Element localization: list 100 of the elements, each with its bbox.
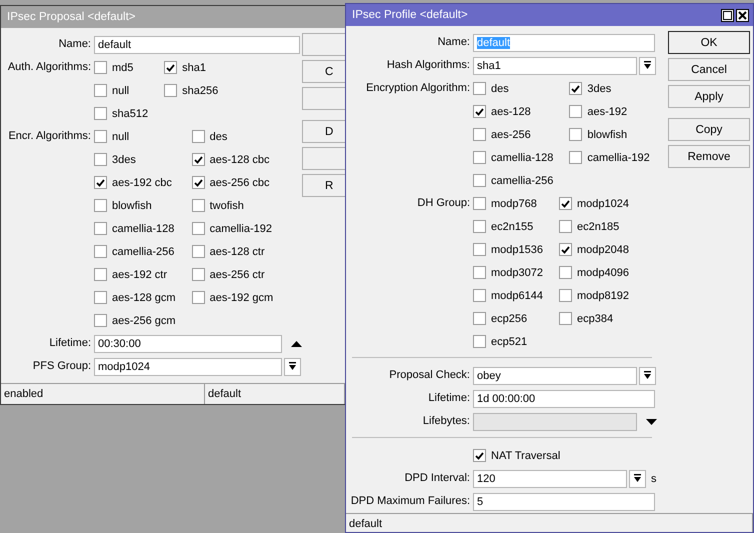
checkbox[interactable] [192, 199, 205, 212]
checkbox[interactable] [94, 61, 107, 74]
option-label: ecp384 [577, 312, 614, 324]
collapse-icon[interactable] [291, 340, 302, 348]
checkbox[interactable] [94, 314, 107, 327]
checkbox[interactable] [94, 268, 107, 281]
checkbox[interactable] [559, 220, 572, 233]
text-field[interactable]: default [94, 36, 300, 54]
checkbox[interactable] [473, 220, 486, 233]
dialog-button[interactable]: Cancel [668, 58, 750, 81]
checkbox[interactable] [473, 151, 486, 164]
text-field[interactable]: 1d 00:00:00 [473, 390, 655, 408]
option-label: sha512 [112, 108, 148, 120]
dropdown-icon [633, 474, 642, 483]
checkbox[interactable] [192, 153, 205, 166]
checkbox[interactable] [473, 82, 486, 95]
option-label: blowfish [587, 128, 628, 140]
checkbox[interactable] [94, 153, 107, 166]
checkbox[interactable] [569, 105, 582, 118]
dialog-button[interactable]: OK [668, 31, 750, 54]
dropdown-field[interactable]: modp1024 [94, 358, 282, 376]
dropdown-button[interactable] [639, 366, 656, 384]
checkbox[interactable] [94, 199, 107, 212]
option-label: modp4096 [577, 266, 629, 278]
option-label: camellia-192 [210, 222, 272, 234]
checkbox[interactable] [473, 312, 486, 325]
checkbox[interactable] [94, 107, 107, 120]
checkbox[interactable] [192, 268, 205, 281]
checkbox[interactable] [569, 82, 582, 95]
dropdown-icon [643, 61, 652, 70]
option-label: blowfish [112, 200, 152, 212]
dropdown-button[interactable] [639, 56, 656, 74]
checkbox[interactable] [473, 266, 486, 279]
close-button[interactable] [736, 8, 749, 22]
option-label: aes-256 cbc [210, 176, 270, 188]
checkbox[interactable] [192, 245, 205, 258]
option-label: aes-128 [491, 106, 531, 118]
option-label: aes-128 ctr [210, 246, 265, 258]
status-cell: default [205, 384, 345, 404]
checkbox[interactable] [94, 84, 107, 97]
checkbox[interactable] [164, 84, 178, 97]
dropdown-button[interactable] [284, 358, 301, 376]
text-field[interactable]: 5 [473, 492, 655, 510]
checkbox[interactable] [94, 222, 107, 235]
text-field[interactable]: 00:30:00 [94, 334, 282, 352]
checkbox[interactable] [192, 291, 205, 304]
option-label: ec2n185 [577, 220, 620, 232]
field-label: Lifetime: [48, 336, 91, 351]
field-label: Encr. Algorithms: [7, 129, 91, 144]
checkbox[interactable] [94, 130, 107, 143]
field-label: Name: [58, 37, 91, 52]
option-label: modp1536 [491, 244, 543, 256]
option-label: sha256 [182, 84, 218, 96]
option-label: modp768 [491, 198, 537, 210]
checkbox[interactable] [473, 105, 486, 118]
option-label: aes-192 gcm [210, 292, 274, 304]
option-label: aes-256 gcm [112, 314, 176, 326]
checkbox[interactable] [473, 128, 486, 141]
checkbox[interactable] [559, 266, 572, 279]
checkbox[interactable] [192, 222, 205, 235]
checkbox[interactable] [473, 197, 486, 210]
unit-label: s [651, 472, 656, 484]
checkbox[interactable] [94, 291, 107, 304]
field-label: Name: [436, 35, 470, 50]
checkbox[interactable] [559, 243, 572, 256]
option-label: camellia-192 [587, 152, 650, 164]
dialog-button[interactable]: C [302, 60, 345, 83]
checkbox[interactable] [473, 335, 486, 348]
checkbox[interactable] [569, 128, 582, 141]
field-label: DH Group: [416, 196, 470, 211]
option-label: camellia-256 [112, 246, 174, 258]
option-label: null [112, 130, 130, 142]
checkbox[interactable] [192, 176, 205, 189]
maximize-button[interactable] [721, 8, 734, 22]
option-label: camellia-128 [491, 152, 554, 164]
dropdown-button[interactable] [629, 470, 646, 488]
field-label: DPD Maximum Failures: [350, 494, 470, 509]
checkbox[interactable] [473, 289, 486, 302]
checkbox[interactable] [94, 245, 107, 258]
dialog-button[interactable]: D [302, 120, 345, 143]
dropdown-field[interactable]: sha1 [473, 56, 637, 74]
checkbox[interactable] [473, 174, 486, 187]
checkbox[interactable] [473, 449, 486, 462]
checkbox[interactable] [559, 312, 572, 325]
option-label: modp3072 [491, 266, 543, 278]
dropdown-field[interactable]: obey [473, 366, 637, 384]
checkbox[interactable] [569, 151, 582, 164]
checkbox[interactable] [192, 130, 205, 143]
window-title: IPsec Proposal <default> [7, 11, 136, 23]
dropdown-field[interactable]: 120 [473, 470, 627, 488]
checkbox[interactable] [164, 61, 178, 74]
dialog-button[interactable]: Copy [668, 118, 750, 141]
checkbox[interactable] [559, 197, 572, 210]
checkbox[interactable] [473, 243, 486, 256]
checkbox[interactable] [559, 289, 572, 302]
dialog-button[interactable]: R [302, 174, 345, 197]
dialog-button[interactable]: Remove [668, 145, 750, 168]
checkbox[interactable] [94, 176, 107, 189]
option-label: ec2n155 [491, 220, 534, 232]
dialog-button[interactable]: Apply [668, 85, 750, 108]
